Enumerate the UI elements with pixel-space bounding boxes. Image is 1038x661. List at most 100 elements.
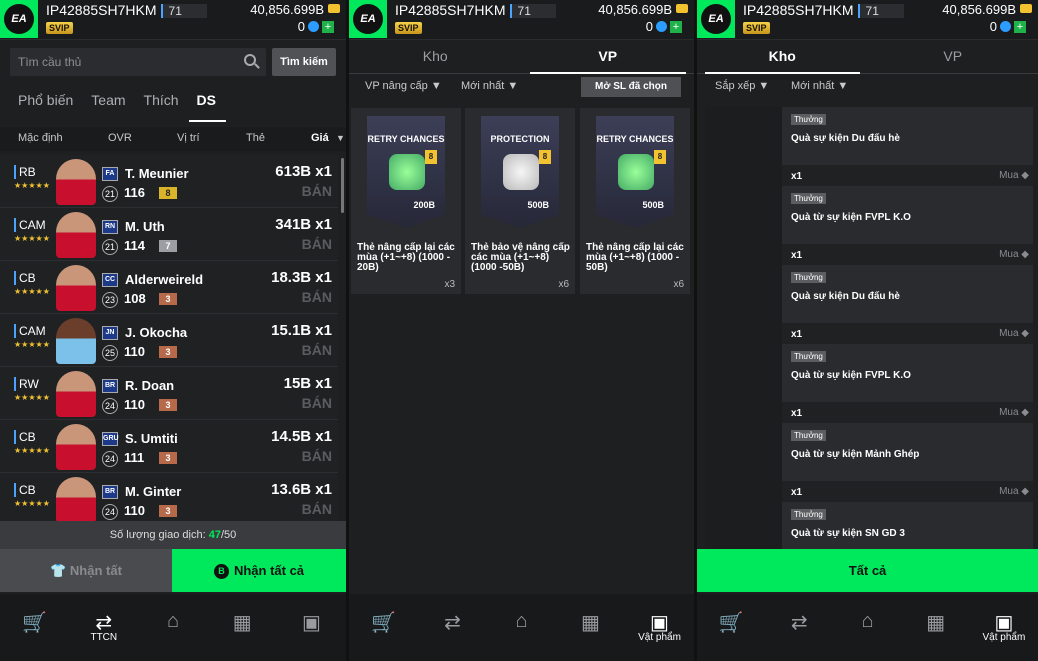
item-card[interactable]: RETRY CHANCES 8 200B Thẻ nâng cấp lại cá… bbox=[351, 108, 461, 294]
sort-price[interactable]: Giá bbox=[311, 132, 329, 144]
sell-button[interactable]: BÁN bbox=[302, 395, 332, 411]
add-fc-button[interactable]: + bbox=[322, 20, 334, 33]
inventory-item[interactable]: Thưởng Quà sự kiện Du đấu hè x1 Mua ◆ bbox=[705, 107, 1033, 186]
card-art: PROTECTION 8 500B bbox=[481, 116, 559, 228]
nav-home[interactable]: ⌂ bbox=[487, 594, 556, 661]
nav-transfer[interactable]: ⇄ bbox=[765, 594, 833, 661]
bp-balance: 40,856.699B bbox=[598, 2, 672, 17]
nav-squad[interactable]: ▦ bbox=[556, 594, 625, 661]
card-description: Thẻ nâng cấp lại các mùa (+1~+8) (1000 -… bbox=[357, 242, 455, 273]
claim-button[interactable]: 👕 Nhận tất bbox=[0, 549, 172, 592]
player-row[interactable]: RW ★★★★★ BR R. Doan 24 110 3 15B x1 BÁN bbox=[0, 367, 338, 420]
search-input[interactable]: Tìm cầu thủ bbox=[10, 48, 266, 76]
buy-button[interactable]: Mua ◆ bbox=[999, 170, 1029, 181]
player-photo bbox=[56, 424, 96, 470]
nav-home[interactable]: ⌂ bbox=[138, 594, 207, 661]
player-row[interactable]: CB ★★★★★ GRU S. Umtiti 24 111 3 14.5B x1… bbox=[0, 420, 338, 473]
search-button[interactable]: Tìm kiếm bbox=[272, 48, 336, 76]
search-icon[interactable] bbox=[244, 54, 256, 66]
nav-shop[interactable]: 🛒 bbox=[697, 594, 765, 661]
item-thumbnail bbox=[705, 344, 782, 423]
inventory-item[interactable]: Thưởng Quà từ sự kiện FVPL K.O x1 Mua ◆ bbox=[705, 186, 1033, 265]
nav-transfer[interactable]: ⇄ bbox=[418, 594, 487, 661]
buy-button[interactable]: Mua ◆ bbox=[999, 486, 1029, 497]
tab-storage[interactable]: Kho bbox=[349, 40, 522, 73]
open-selected-button[interactable]: Mở SL đã chọn bbox=[581, 77, 681, 97]
player-price: 18.3B x1 bbox=[271, 269, 332, 286]
buy-button[interactable]: Mua ◆ bbox=[999, 249, 1029, 260]
sell-button[interactable]: BÁN bbox=[302, 342, 332, 358]
sort-filter[interactable]: Mới nhất ▼ bbox=[461, 80, 518, 92]
club-logo: JN bbox=[102, 326, 118, 340]
nav-items[interactable]: ▣ bbox=[277, 594, 346, 661]
fc-icon bbox=[1000, 21, 1011, 32]
item-card[interactable]: RETRY CHANCES 8 500B Thẻ nâng cấp lại cá… bbox=[580, 108, 690, 294]
sort-filter[interactable]: Sắp xếp ▼ bbox=[715, 80, 769, 92]
ea-logo: EA bbox=[349, 0, 387, 38]
buy-button[interactable]: Mua ◆ bbox=[999, 328, 1029, 339]
all-button[interactable]: Tất cả bbox=[697, 549, 1038, 592]
sort-position[interactable]: Vị trí bbox=[177, 132, 200, 144]
inventory-item[interactable]: Thưởng Quà sự kiện Du đấu hè x1 Mua ◆ bbox=[705, 265, 1033, 344]
player-row[interactable]: CAM ★★★★★ RN M. Uth 21 114 7 341B x1 BÁN bbox=[0, 208, 338, 261]
tab-storage[interactable]: Kho bbox=[697, 40, 868, 74]
tab-vp[interactable]: VP bbox=[868, 40, 1038, 73]
diamond-icon: ◆ bbox=[1021, 249, 1029, 260]
tab-team[interactable]: Team bbox=[91, 92, 125, 120]
inventory-item[interactable]: Thưởng Quà từ sự kiện FVPL K.O x1 Mua ◆ bbox=[705, 344, 1033, 423]
user-id: IP42885SH7HKM 71 bbox=[395, 2, 556, 18]
nav-squad[interactable]: ▦ bbox=[902, 594, 970, 661]
nav-home[interactable]: ⌂ bbox=[833, 594, 901, 661]
buy-button[interactable]: Mua ◆ bbox=[999, 407, 1029, 418]
shirt-icon: 👕 bbox=[50, 563, 70, 578]
tab-popular[interactable]: Phổ biến bbox=[18, 92, 73, 120]
upgrade-grade: 3 bbox=[159, 505, 177, 517]
scrollbar[interactable] bbox=[341, 158, 344, 213]
sort-card[interactable]: Thẻ bbox=[246, 132, 265, 144]
player-row[interactable]: CB ★★★★★ BR M. Ginter 24 110 3 13.6B x1 … bbox=[0, 473, 338, 526]
reward-badge: Thưởng bbox=[791, 272, 826, 283]
upgrade-grade: 7 bbox=[159, 240, 177, 252]
add-fc-button[interactable]: + bbox=[1014, 20, 1026, 33]
nav-shop[interactable]: 🛒 bbox=[349, 594, 418, 661]
items-storage-panel: EA IP42885SH7HKM 71 SVIP 40,856.699B 0 + K… bbox=[697, 0, 1038, 661]
tab-list[interactable]: DS bbox=[188, 92, 227, 122]
player-ovr: 110 bbox=[124, 344, 145, 359]
add-fc-button[interactable]: + bbox=[670, 20, 682, 33]
nav-shop[interactable]: 🛒 bbox=[0, 594, 69, 661]
transfer-icon: ⇄ bbox=[790, 612, 808, 634]
nav-squad[interactable]: ▦ bbox=[208, 594, 277, 661]
sort-desc-icon[interactable]: ▼ bbox=[336, 133, 345, 143]
player-photo bbox=[56, 371, 96, 417]
position-label: CB bbox=[14, 430, 36, 444]
claim-all-button[interactable]: B Nhận tất cả bbox=[172, 549, 346, 592]
player-row[interactable]: CB ★★★★★ CC Alderweireld 23 108 3 18.3B … bbox=[0, 261, 338, 314]
nav-items[interactable]: ▣ Vật phẩm bbox=[970, 594, 1038, 661]
tab-favorite[interactable]: Thích bbox=[144, 92, 179, 120]
inventory-item[interactable]: Thưởng Quà từ sự kiện Mảnh Ghép x1 Mua ◆ bbox=[705, 423, 1033, 502]
cart-icon: 🛒 bbox=[22, 612, 48, 634]
nav-items[interactable]: ▣ Vật phẩm bbox=[625, 594, 694, 661]
skill-stars: ★★★★★ bbox=[14, 181, 50, 190]
sell-button[interactable]: BÁN bbox=[302, 501, 332, 517]
type-filter[interactable]: VP nâng cấp ▼ bbox=[365, 80, 442, 92]
sell-button[interactable]: BÁN bbox=[302, 183, 332, 199]
bottom-nav: 🛒 ⇄ TTCN ⌂ ▦ ▣ bbox=[0, 594, 346, 661]
position-label: CAM bbox=[14, 324, 46, 338]
sort-ovr[interactable]: OVR bbox=[108, 132, 132, 144]
transfer-icon: ⇄ bbox=[95, 612, 113, 634]
column-header: Mặc định OVR Vị trí Thẻ Giá ▼ bbox=[0, 127, 346, 151]
date-filter[interactable]: Mới nhất ▼ bbox=[791, 80, 848, 92]
nav-transfer[interactable]: ⇄ TTCN bbox=[69, 594, 138, 661]
sell-button[interactable]: BÁN bbox=[302, 289, 332, 305]
player-row[interactable]: CAM ★★★★★ JN J. Okocha 25 110 3 15.1B x1… bbox=[0, 314, 338, 367]
sell-button[interactable]: BÁN bbox=[302, 448, 332, 464]
item-card[interactable]: PROTECTION 8 500B Thẻ bảo vệ nâng cấp cá… bbox=[465, 108, 575, 294]
diamond-icon: ◆ bbox=[1021, 170, 1029, 181]
ea-logo: EA bbox=[697, 0, 735, 38]
player-row[interactable]: RB ★★★★★ FA T. Meunier 21 116 8 613B x1 … bbox=[0, 155, 338, 208]
sell-button[interactable]: BÁN bbox=[302, 236, 332, 252]
player-price: 13.6B x1 bbox=[271, 481, 332, 498]
sort-default[interactable]: Mặc định bbox=[18, 132, 63, 144]
tab-vp[interactable]: VP bbox=[522, 40, 695, 74]
